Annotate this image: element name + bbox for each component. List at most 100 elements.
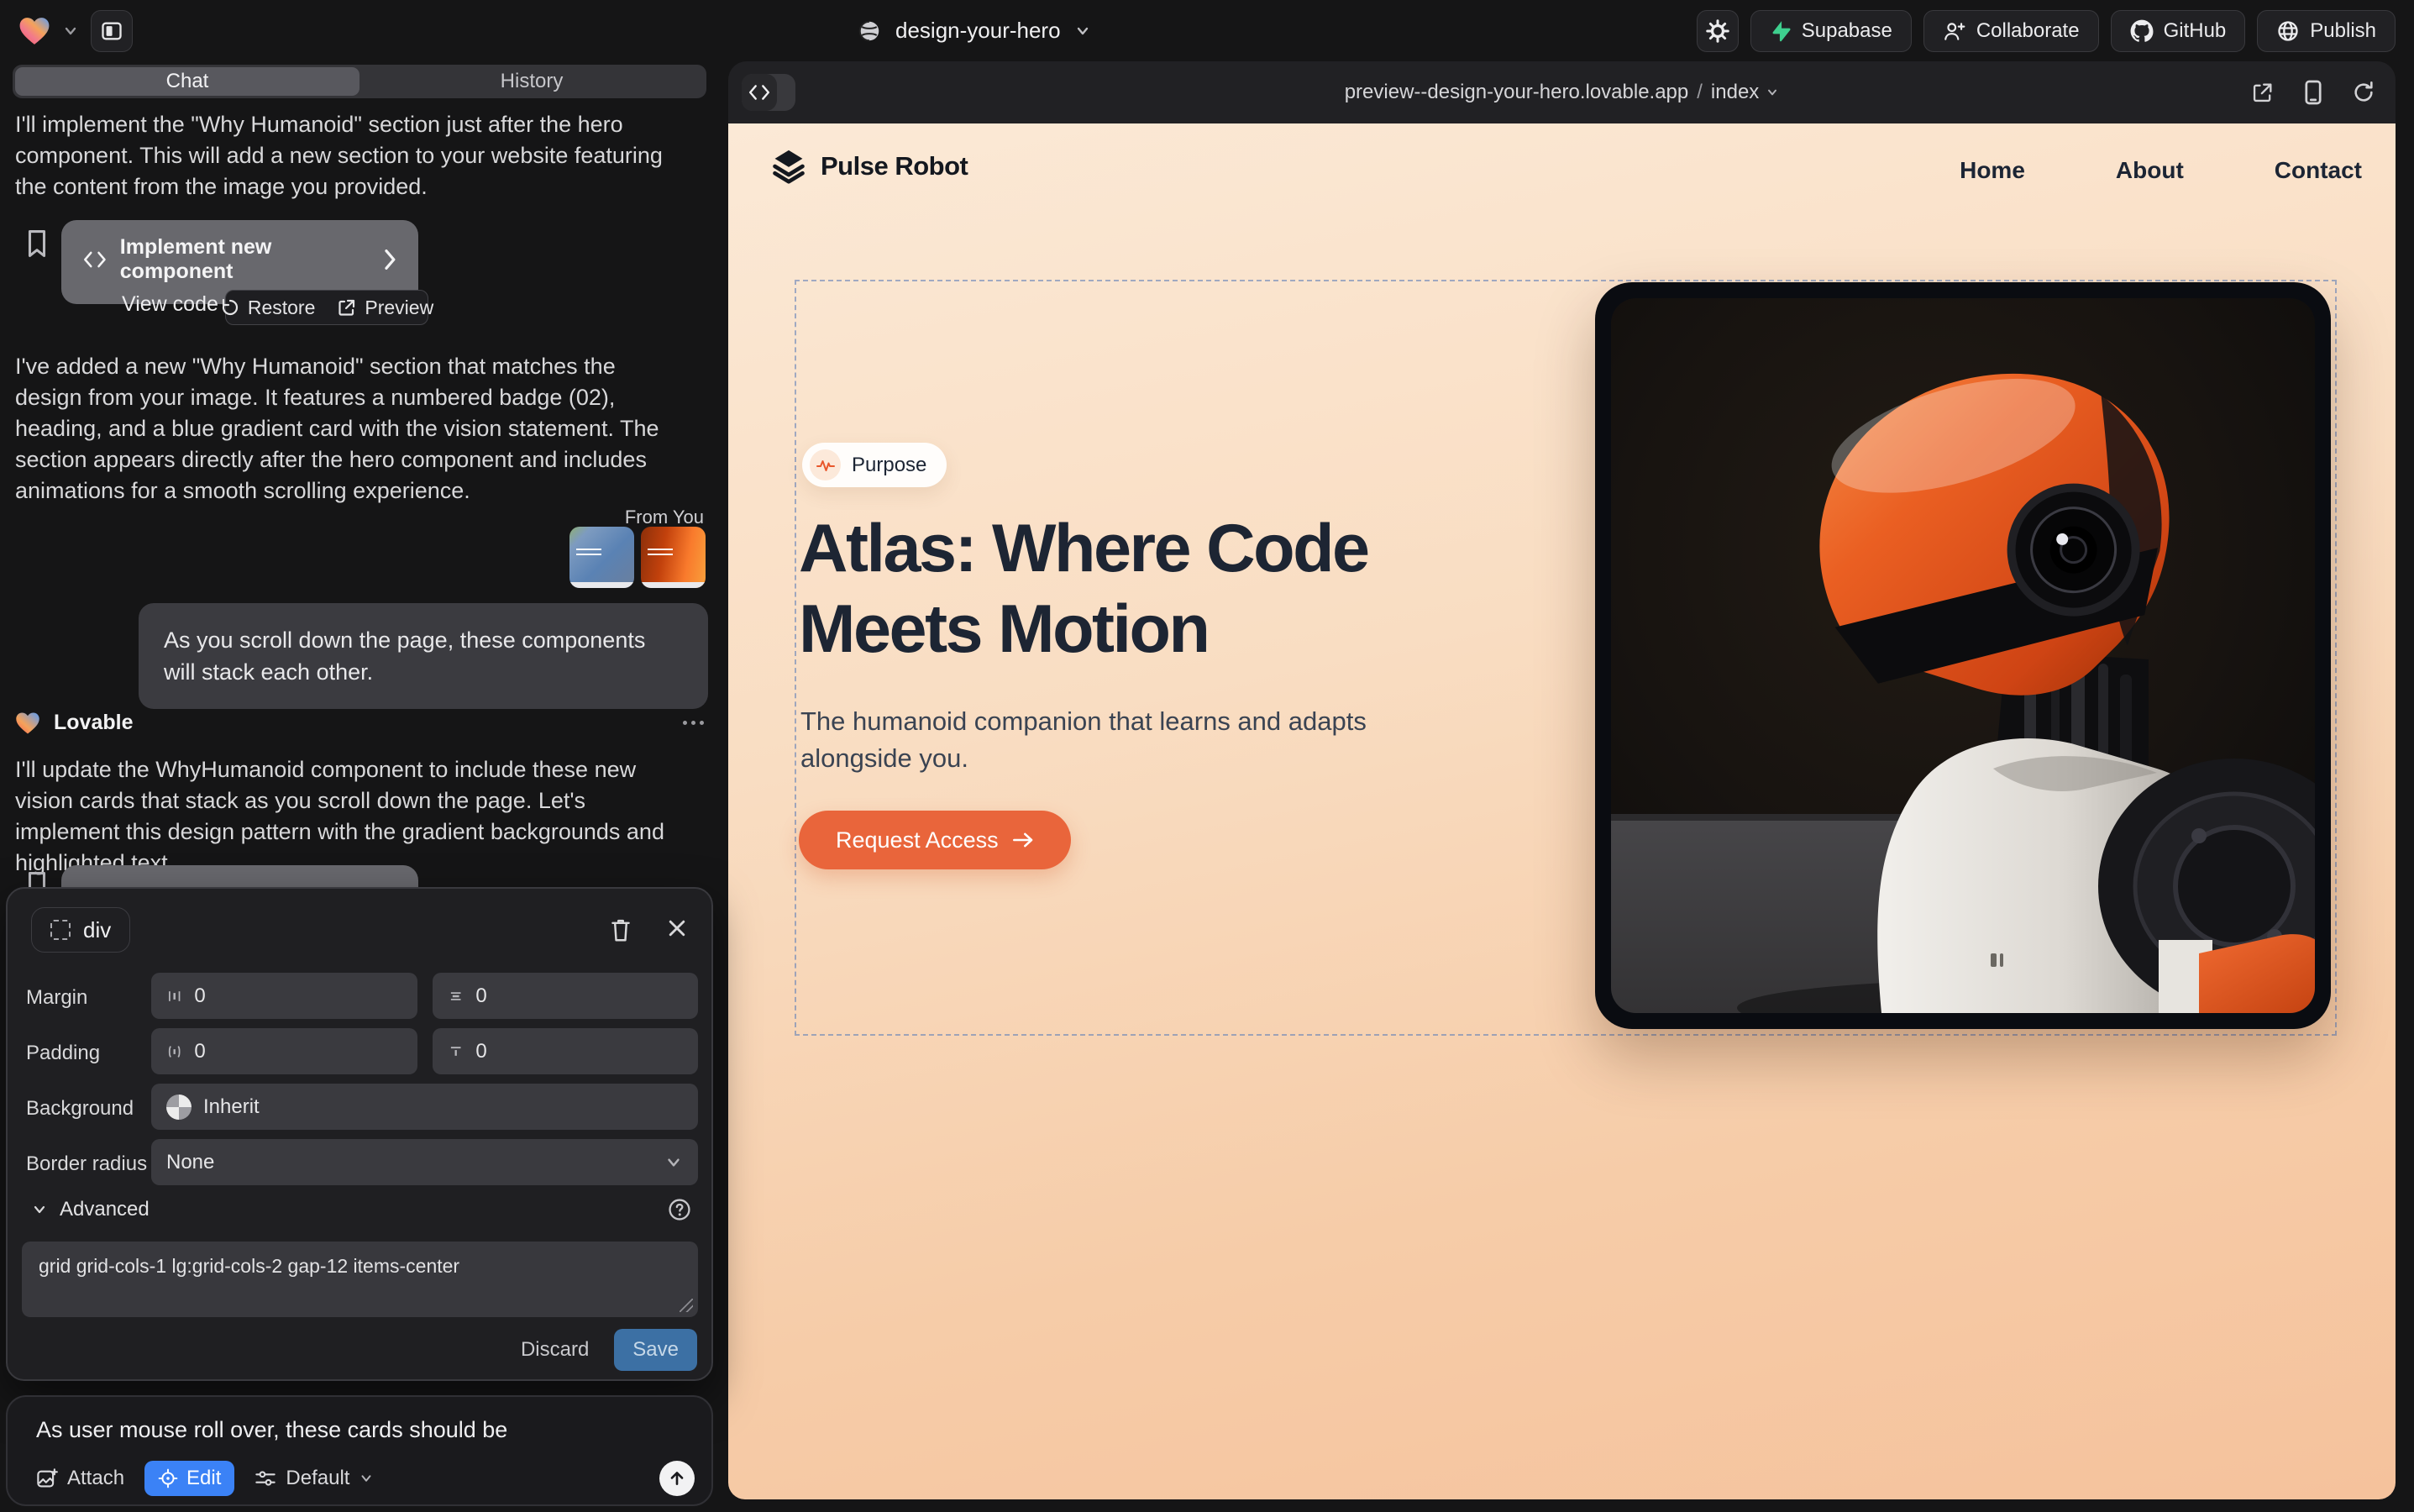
edit-target-icon	[158, 1468, 178, 1488]
padding-x-input[interactable]	[151, 1028, 417, 1074]
site-logo[interactable]: Pulse Robot	[770, 149, 968, 184]
smartphone-icon	[2303, 80, 2323, 105]
chevron-down-icon	[664, 1153, 683, 1172]
collaborate-button[interactable]: Collaborate	[1923, 10, 2099, 52]
code-icon	[83, 250, 107, 269]
border-radius-select[interactable]: None	[151, 1139, 698, 1185]
project-name: design-your-hero	[895, 18, 1061, 44]
message-hover-actions: Restore Preview	[225, 290, 428, 325]
chevron-down-icon[interactable]	[62, 23, 79, 39]
send-button[interactable]	[659, 1461, 695, 1496]
component-card-title: Implement new component	[120, 235, 370, 284]
background-input[interactable]: Inherit	[151, 1084, 698, 1130]
transparent-color-swatch	[166, 1095, 192, 1120]
assistant-header: Lovable	[15, 711, 704, 735]
padding-label: Padding	[26, 1042, 100, 1065]
margin-vertical-icon	[448, 987, 464, 1005]
github-icon	[2130, 19, 2154, 43]
hero-heading-line2: Meets Motion	[799, 589, 1368, 669]
lovable-app-window: design-your-hero Supabase	[0, 0, 2414, 1512]
selected-element-chip[interactable]: div	[31, 907, 130, 953]
attach-label: Attach	[67, 1467, 124, 1490]
chevron-right-icon	[384, 249, 396, 270]
message-menu-button[interactable]	[683, 721, 704, 725]
preview-url[interactable]: preview--design-your-hero.lovable.app	[1345, 81, 1689, 104]
chat-composer: As user mouse roll over, these cards sho…	[6, 1395, 713, 1506]
tab-chat-label: Chat	[166, 70, 209, 93]
settings-button[interactable]	[1697, 10, 1739, 52]
help-icon	[668, 1198, 691, 1221]
attach-button[interactable]: Attach	[36, 1467, 124, 1490]
top-bar: design-your-hero Supabase	[0, 0, 2414, 61]
margin-x-input[interactable]	[151, 973, 417, 1019]
attachment-thumbnail-blue[interactable]	[569, 527, 634, 588]
element-tag-label: div	[83, 917, 111, 943]
discard-button[interactable]: Discard	[521, 1338, 589, 1362]
purpose-badge: Purpose	[802, 443, 947, 487]
refresh-icon	[2352, 81, 2375, 104]
bookmark-icon[interactable]	[25, 229, 49, 262]
supabase-button[interactable]: Supabase	[1750, 10, 1912, 52]
restore-button[interactable]: Restore	[220, 297, 316, 319]
refresh-button[interactable]	[2352, 81, 2375, 104]
tab-chat[interactable]: Chat	[15, 67, 359, 96]
publish-button[interactable]: Publish	[2257, 10, 2396, 52]
attachment-thumbnail-orange[interactable]	[641, 527, 706, 588]
assistant-message: I'll implement the "Why Humanoid" sectio…	[15, 109, 687, 202]
nav-about[interactable]: About	[2116, 157, 2184, 184]
tab-history[interactable]: History	[359, 67, 704, 96]
padding-y-input[interactable]	[433, 1028, 698, 1074]
github-button[interactable]: GitHub	[2111, 10, 2246, 52]
assistant-name: Lovable	[54, 711, 133, 735]
site-brand-name: Pulse Robot	[821, 151, 968, 181]
url-separator: /	[1697, 81, 1703, 104]
chevron-down-icon	[1074, 23, 1091, 39]
padding-vertical-icon	[448, 1042, 464, 1061]
chevron-down-icon	[1766, 86, 1779, 99]
external-link-icon	[2251, 81, 2275, 104]
preview-label: Preview	[365, 297, 433, 319]
mode-select[interactable]: Default	[255, 1467, 374, 1490]
github-label: GitHub	[2164, 19, 2227, 43]
page-select[interactable]: index	[1711, 81, 1779, 104]
advanced-section-toggle[interactable]: Advanced	[31, 1194, 691, 1225]
from-you-label: From You	[625, 507, 704, 528]
request-access-label: Request Access	[836, 827, 999, 853]
background-label: Background	[26, 1097, 134, 1121]
close-inspector-button[interactable]	[666, 917, 688, 942]
delete-element-button[interactable]	[609, 917, 632, 942]
sidebar-toggle-button[interactable]	[91, 10, 133, 52]
hero-robot-image	[1611, 298, 2315, 1013]
hero-heading-line1: Atlas: Where Code	[799, 508, 1368, 589]
background-value: Inherit	[203, 1095, 260, 1119]
collaborate-label: Collaborate	[1976, 19, 2080, 43]
border-radius-label: Border radius	[26, 1152, 147, 1176]
assistant-message: I'll update the WhyHumanoid component to…	[15, 754, 687, 879]
chevron-down-icon	[359, 1471, 374, 1486]
advanced-help-button[interactable]	[668, 1198, 691, 1221]
collaborate-users-icon	[1943, 20, 1966, 42]
project-switcher[interactable]: design-your-hero	[857, 0, 1091, 61]
sidebar-panel-icon	[100, 19, 123, 43]
request-access-button[interactable]: Request Access	[799, 811, 1071, 869]
tailwind-classes-textarea[interactable]: grid grid-cols-1 lg:grid-cols-2 gap-12 i…	[22, 1242, 698, 1317]
mobile-view-button[interactable]	[2303, 80, 2323, 105]
element-outline-icon	[50, 920, 71, 940]
hero-subheading: The humanoid companion that learns and a…	[800, 703, 1367, 777]
edit-mode-button[interactable]: Edit	[144, 1461, 234, 1496]
chat-input[interactable]: As user mouse roll over, these cards sho…	[36, 1417, 683, 1443]
nav-home[interactable]: Home	[1960, 157, 2025, 184]
margin-y-input[interactable]	[433, 973, 698, 1019]
preview-panel: preview--design-your-hero.lovable.app / …	[728, 61, 2396, 1499]
preview-button[interactable]: Preview	[337, 297, 433, 319]
publish-globe-icon	[2276, 19, 2300, 43]
user-message-bubble: As you scroll down the page, these compo…	[139, 603, 708, 709]
nav-contact[interactable]: Contact	[2275, 157, 2362, 184]
lovable-heart-logo[interactable]	[18, 16, 50, 46]
restore-label: Restore	[248, 297, 316, 319]
save-button[interactable]: Save	[614, 1329, 697, 1371]
globe-icon	[857, 18, 882, 44]
attach-image-icon	[36, 1467, 58, 1489]
chat-history-tabs: Chat History	[13, 65, 706, 98]
open-in-new-tab-button[interactable]	[2251, 81, 2275, 104]
